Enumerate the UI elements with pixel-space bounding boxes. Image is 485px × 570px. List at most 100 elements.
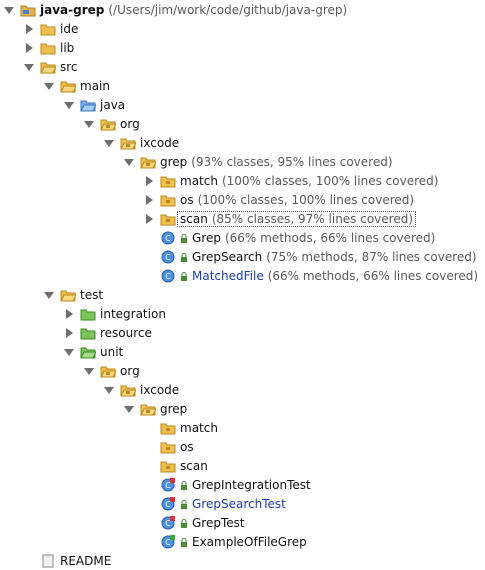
tree-row-test[interactable]: test bbox=[44, 285, 103, 304]
tree-item-label: Grep bbox=[192, 230, 221, 245]
tree-item-label: resource bbox=[100, 325, 152, 340]
svg-text:C: C bbox=[165, 253, 171, 262]
project-path: (/Users/jim/work/code/github/java-grep) bbox=[108, 2, 348, 17]
tree-row-matchedfile[interactable]: C MatchedFile (66% methods, 66% lines co… bbox=[160, 266, 478, 285]
tree-item-label: ide bbox=[60, 21, 79, 36]
expanded-arrow-icon[interactable] bbox=[124, 157, 134, 167]
tree-row-match[interactable]: match (100% classes, 100% lines covered) bbox=[144, 171, 438, 190]
tree-item-label: GrepSearch bbox=[192, 249, 263, 264]
test-folder-icon bbox=[80, 345, 96, 359]
package-icon bbox=[120, 136, 136, 150]
expanded-arrow-icon[interactable] bbox=[4, 5, 14, 15]
expanded-arrow-icon[interactable] bbox=[24, 62, 34, 72]
tree-item-label: lib bbox=[60, 40, 75, 55]
tree-row-integration[interactable]: integration bbox=[64, 304, 166, 323]
lock-icon bbox=[180, 518, 188, 528]
project-name: java-grep bbox=[40, 2, 105, 17]
lock-icon bbox=[180, 233, 188, 243]
open-folder-icon bbox=[40, 60, 56, 74]
tree-item-label: GrepTest bbox=[192, 515, 245, 530]
project-folder-icon bbox=[20, 3, 36, 17]
expanded-arrow-icon[interactable] bbox=[64, 347, 74, 357]
tree-row-main[interactable]: main bbox=[44, 76, 110, 95]
coverage-summary: (93% classes, 95% lines covered) bbox=[191, 154, 393, 169]
tree-item-label: main bbox=[80, 78, 110, 93]
package-icon bbox=[160, 212, 176, 226]
tree-row-scan-test[interactable]: scan bbox=[160, 456, 208, 475]
coverage-summary: (100% classes, 100% lines covered) bbox=[221, 173, 439, 188]
test-class-icon: C bbox=[160, 496, 176, 511]
package-icon bbox=[160, 174, 176, 188]
tree-item-label: grep bbox=[160, 154, 188, 169]
coverage-summary: (85% classes, 97% lines covered) bbox=[211, 211, 414, 226]
package-icon bbox=[100, 364, 116, 378]
tree-item-label: ExampleOfFileGrep bbox=[192, 534, 307, 549]
class-icon: C bbox=[160, 269, 176, 283]
coverage-summary: (66% methods, 66% lines covered) bbox=[267, 268, 479, 283]
package-icon bbox=[140, 155, 156, 169]
collapsed-arrow-icon[interactable] bbox=[64, 327, 74, 338]
collapsed-arrow-icon[interactable] bbox=[144, 175, 154, 186]
collapsed-arrow-icon[interactable] bbox=[24, 23, 34, 34]
tree-row-ide[interactable]: ide bbox=[24, 19, 78, 38]
tree-row-grep-test[interactable]: grep bbox=[124, 399, 187, 418]
package-icon bbox=[160, 459, 176, 473]
svg-text:C: C bbox=[165, 234, 171, 243]
expanded-arrow-icon[interactable] bbox=[84, 366, 94, 376]
test-class-icon: C bbox=[160, 534, 176, 549]
project-tree: java-grep (/Users/jim/work/code/github/j… bbox=[0, 0, 485, 568]
coverage-summary: (100% classes, 100% lines covered) bbox=[197, 192, 415, 207]
collapsed-arrow-icon[interactable] bbox=[144, 213, 154, 224]
tree-item-label: unit bbox=[100, 344, 124, 359]
tree-row-scan[interactable]: scan (85% classes, 97% lines covered) bbox=[144, 209, 417, 228]
tree-item-label: integration bbox=[100, 306, 166, 321]
tree-item-label: scan bbox=[180, 458, 208, 473]
tree-row-os[interactable]: os (100% classes, 100% lines covered) bbox=[144, 190, 414, 209]
expanded-arrow-icon[interactable] bbox=[84, 119, 94, 129]
tree-row-grep-class[interactable]: C Grep (66% methods, 66% lines covered) bbox=[160, 228, 435, 247]
tree-item-label: scan bbox=[180, 211, 208, 226]
class-icon: C bbox=[160, 231, 176, 245]
tree-item-label: os bbox=[180, 439, 194, 454]
package-icon bbox=[100, 117, 116, 131]
tree-row-grep[interactable]: grep (93% classes, 95% lines covered) bbox=[124, 152, 393, 171]
lock-icon bbox=[180, 252, 188, 262]
package-icon bbox=[160, 421, 176, 435]
tree-row-root[interactable]: java-grep (/Users/jim/work/code/github/j… bbox=[4, 0, 347, 19]
tree-row-greptest[interactable]: C GrepTest bbox=[160, 513, 245, 532]
expanded-arrow-icon[interactable] bbox=[44, 81, 54, 91]
expanded-arrow-icon[interactable] bbox=[44, 290, 54, 300]
tree-item-label: src bbox=[60, 59, 78, 74]
test-folder-icon bbox=[80, 326, 96, 340]
expanded-arrow-icon[interactable] bbox=[104, 385, 114, 395]
tree-item-label: org bbox=[120, 116, 140, 131]
tree-item-label: os bbox=[180, 192, 194, 207]
tree-row-grepsearchtest[interactable]: C GrepSearchTest bbox=[160, 494, 286, 513]
tree-row-exampleoffilegrep[interactable]: C ExampleOfFileGrep bbox=[160, 532, 307, 551]
expanded-arrow-icon[interactable] bbox=[64, 100, 74, 110]
tree-row-org[interactable]: org bbox=[84, 114, 140, 133]
tree-row-grepsearch[interactable]: C GrepSearch (75% methods, 87% lines cov… bbox=[160, 247, 477, 266]
tree-row-ixcode[interactable]: ixcode bbox=[104, 133, 179, 152]
tree-row-src[interactable]: src bbox=[24, 57, 78, 76]
lock-icon bbox=[180, 499, 188, 509]
svg-text:C: C bbox=[165, 272, 171, 281]
tree-row-ixcode-test[interactable]: ixcode bbox=[104, 380, 179, 399]
tree-row-java[interactable]: java bbox=[64, 95, 125, 114]
collapsed-arrow-icon[interactable] bbox=[144, 194, 154, 205]
collapsed-arrow-icon[interactable] bbox=[64, 308, 74, 319]
expanded-arrow-icon[interactable] bbox=[104, 138, 114, 148]
tree-item-label: java bbox=[100, 97, 126, 112]
tree-row-match-test[interactable]: match bbox=[160, 418, 218, 437]
tree-item-label: ixcode bbox=[140, 382, 180, 397]
tree-row-org-test[interactable]: org bbox=[84, 361, 140, 380]
tree-row-readme[interactable]: README bbox=[40, 551, 111, 570]
tree-row-unit[interactable]: unit bbox=[64, 342, 123, 361]
collapsed-arrow-icon[interactable] bbox=[24, 42, 34, 53]
tree-row-os-test[interactable]: os bbox=[160, 437, 194, 456]
test-class-icon: C bbox=[160, 477, 176, 492]
expanded-arrow-icon[interactable] bbox=[124, 404, 134, 414]
tree-row-resource[interactable]: resource bbox=[64, 323, 152, 342]
tree-row-grepintegrationtest[interactable]: C GrepIntegrationTest bbox=[160, 475, 311, 494]
tree-row-lib[interactable]: lib bbox=[24, 38, 74, 57]
